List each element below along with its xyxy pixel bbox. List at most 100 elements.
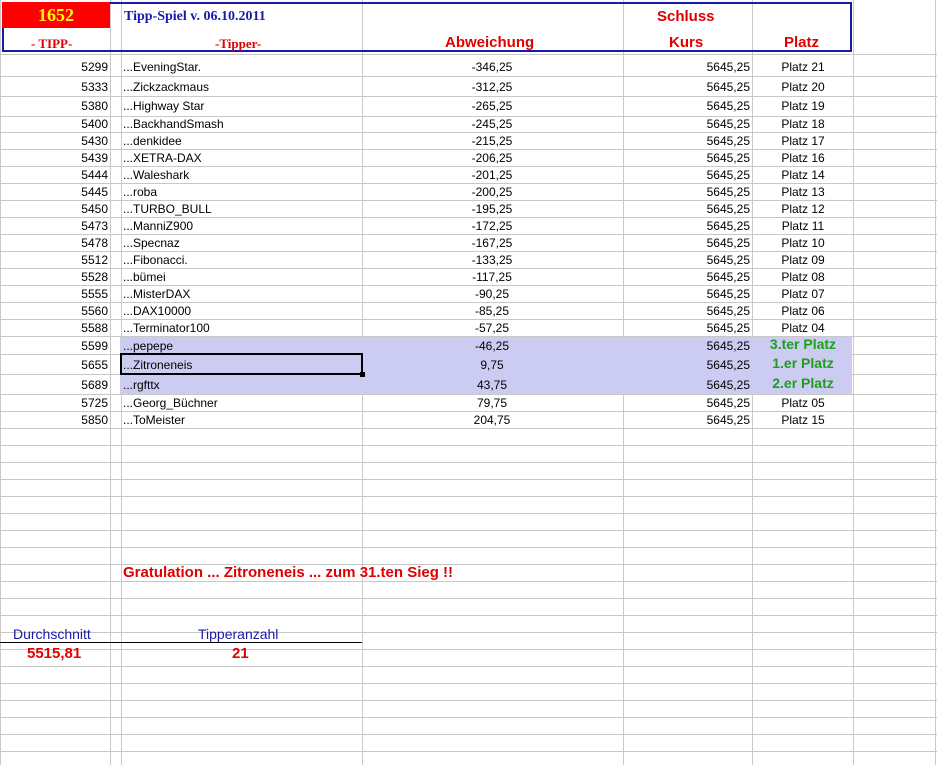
row-abweichung[interactable]: -85,25 xyxy=(364,303,620,319)
row-tipp[interactable]: 5445 xyxy=(2,184,108,200)
row-platz[interactable]: Platz 17 xyxy=(754,133,852,149)
row-kurs[interactable]: 5645,25 xyxy=(625,116,750,132)
column-header-tipp[interactable]: - TIPP- xyxy=(31,36,72,52)
row-tipp[interactable]: 5478 xyxy=(2,235,108,251)
tipp-number-cell[interactable]: 1652 xyxy=(2,2,110,28)
game-title[interactable]: Tipp-Spiel v. 06.10.2011 xyxy=(124,9,266,25)
row-tipper[interactable]: ...ManniZ900 xyxy=(123,218,359,234)
row-abweichung[interactable]: -172,25 xyxy=(364,218,620,234)
row-platz[interactable]: Platz 04 xyxy=(754,320,852,336)
row-abweichung[interactable]: -167,25 xyxy=(364,235,620,251)
row-abweichung[interactable]: -117,25 xyxy=(364,269,620,285)
row-tipper[interactable]: ...Zickzackmaus xyxy=(123,79,359,95)
row-platz[interactable]: Platz 09 xyxy=(754,252,852,268)
row-tipp[interactable]: 5655 xyxy=(2,357,108,373)
row-tipper[interactable]: ...TURBO_BULL xyxy=(123,201,359,217)
row-kurs[interactable]: 5645,25 xyxy=(625,59,750,75)
row-tipper[interactable]: ...Specnaz xyxy=(123,235,359,251)
row-tipper[interactable]: ...Waleshark xyxy=(123,167,359,183)
row-tipper[interactable]: ...Highway Star xyxy=(123,98,359,114)
row-kurs[interactable]: 5645,25 xyxy=(625,201,750,217)
row-tipp[interactable]: 5444 xyxy=(2,167,108,183)
column-header-tipper[interactable]: -Tipper- xyxy=(215,36,261,52)
row-kurs[interactable]: 5645,25 xyxy=(625,150,750,166)
row-kurs[interactable]: 5645,25 xyxy=(625,98,750,114)
row-kurs[interactable]: 5645,25 xyxy=(625,184,750,200)
row-platz[interactable]: Platz 07 xyxy=(754,286,852,302)
row-kurs[interactable]: 5645,25 xyxy=(625,218,750,234)
congratulation-text[interactable]: Gratulation ... Zitroneneis ... zum 31.t… xyxy=(123,564,453,581)
row-abweichung[interactable]: -57,25 xyxy=(364,320,620,336)
row-platz[interactable]: Platz 10 xyxy=(754,235,852,251)
average-label[interactable]: Durchschnitt xyxy=(13,626,91,642)
row-kurs[interactable]: 5645,25 xyxy=(625,133,750,149)
column-header-kurs[interactable]: Kurs xyxy=(669,34,703,51)
row-abweichung[interactable]: -215,25 xyxy=(364,133,620,149)
row-kurs[interactable]: 5645,25 xyxy=(625,303,750,319)
row-tipper[interactable]: ...Terminator100 xyxy=(123,320,359,336)
row-abweichung[interactable]: 204,75 xyxy=(364,412,620,428)
row-abweichung[interactable]: -133,25 xyxy=(364,252,620,268)
column-header-platz[interactable]: Platz xyxy=(784,34,819,51)
row-tipp[interactable]: 5588 xyxy=(2,320,108,336)
row-tipp[interactable]: 5400 xyxy=(2,116,108,132)
row-platz[interactable]: Platz 15 xyxy=(754,412,852,428)
row-tipper[interactable]: ...MisterDAX xyxy=(123,286,359,302)
row-kurs[interactable]: 5645,25 xyxy=(625,338,750,354)
row-tipper[interactable]: ...BackhandSmash xyxy=(123,116,359,132)
row-platz[interactable]: Platz 06 xyxy=(754,303,852,319)
row-abweichung[interactable]: -265,25 xyxy=(364,98,620,114)
row-tipp[interactable]: 5450 xyxy=(2,201,108,217)
row-platz-podium[interactable]: 1.er Platz xyxy=(754,355,852,371)
row-platz[interactable]: Platz 12 xyxy=(754,201,852,217)
row-platz[interactable]: Platz 05 xyxy=(754,395,852,411)
tipper-count-value[interactable]: 21 xyxy=(232,645,249,662)
row-tipper[interactable]: ...bümei xyxy=(123,269,359,285)
row-kurs[interactable]: 5645,25 xyxy=(625,252,750,268)
row-abweichung[interactable]: -46,25 xyxy=(364,338,620,354)
row-kurs[interactable]: 5645,25 xyxy=(625,286,750,302)
row-platz[interactable]: Platz 19 xyxy=(754,98,852,114)
row-kurs[interactable]: 5645,25 xyxy=(625,377,750,393)
fill-handle[interactable] xyxy=(360,372,365,377)
row-tipper[interactable]: ...XETRA-DAX xyxy=(123,150,359,166)
row-tipp[interactable]: 5725 xyxy=(2,395,108,411)
row-kurs[interactable]: 5645,25 xyxy=(625,167,750,183)
row-abweichung[interactable]: -195,25 xyxy=(364,201,620,217)
row-tipp[interactable]: 5299 xyxy=(2,59,108,75)
row-tipp[interactable]: 5555 xyxy=(2,286,108,302)
row-abweichung[interactable]: 79,75 xyxy=(364,395,620,411)
row-tipper[interactable]: ...DAX10000 xyxy=(123,303,359,319)
row-tipp[interactable]: 5512 xyxy=(2,252,108,268)
row-tipp[interactable]: 5473 xyxy=(2,218,108,234)
row-tipp[interactable]: 5333 xyxy=(2,79,108,95)
row-platz[interactable]: Platz 18 xyxy=(754,116,852,132)
tipper-count-label[interactable]: Tipperanzahl xyxy=(198,626,278,642)
row-platz[interactable]: Platz 14 xyxy=(754,167,852,183)
row-kurs[interactable]: 5645,25 xyxy=(625,235,750,251)
row-platz[interactable]: Platz 13 xyxy=(754,184,852,200)
row-abweichung[interactable]: -312,25 xyxy=(364,79,620,95)
row-abweichung[interactable]: -346,25 xyxy=(364,59,620,75)
row-abweichung[interactable]: 9,75 xyxy=(364,357,620,373)
schluss-label[interactable]: Schluss xyxy=(657,8,715,25)
row-platz[interactable]: Platz 08 xyxy=(754,269,852,285)
column-header-abweichung[interactable]: Abweichung xyxy=(445,34,534,51)
row-tipp[interactable]: 5599 xyxy=(2,338,108,354)
row-tipper[interactable]: ...ToMeister xyxy=(123,412,359,428)
row-tipper[interactable]: ...roba xyxy=(123,184,359,200)
row-kurs[interactable]: 5645,25 xyxy=(625,395,750,411)
row-platz[interactable]: Platz 21 xyxy=(754,59,852,75)
row-tipp[interactable]: 5430 xyxy=(2,133,108,149)
row-platz[interactable]: Platz 20 xyxy=(754,79,852,95)
row-platz-podium[interactable]: 2.er Platz xyxy=(754,375,852,391)
row-kurs[interactable]: 5645,25 xyxy=(625,320,750,336)
row-tipp[interactable]: 5689 xyxy=(2,377,108,393)
row-abweichung[interactable]: -201,25 xyxy=(364,167,620,183)
row-tipp[interactable]: 5850 xyxy=(2,412,108,428)
row-kurs[interactable]: 5645,25 xyxy=(625,412,750,428)
row-platz[interactable]: Platz 16 xyxy=(754,150,852,166)
row-kurs[interactable]: 5645,25 xyxy=(625,269,750,285)
row-tipp[interactable]: 5528 xyxy=(2,269,108,285)
row-tipper[interactable]: ...rgfttx xyxy=(123,377,359,393)
